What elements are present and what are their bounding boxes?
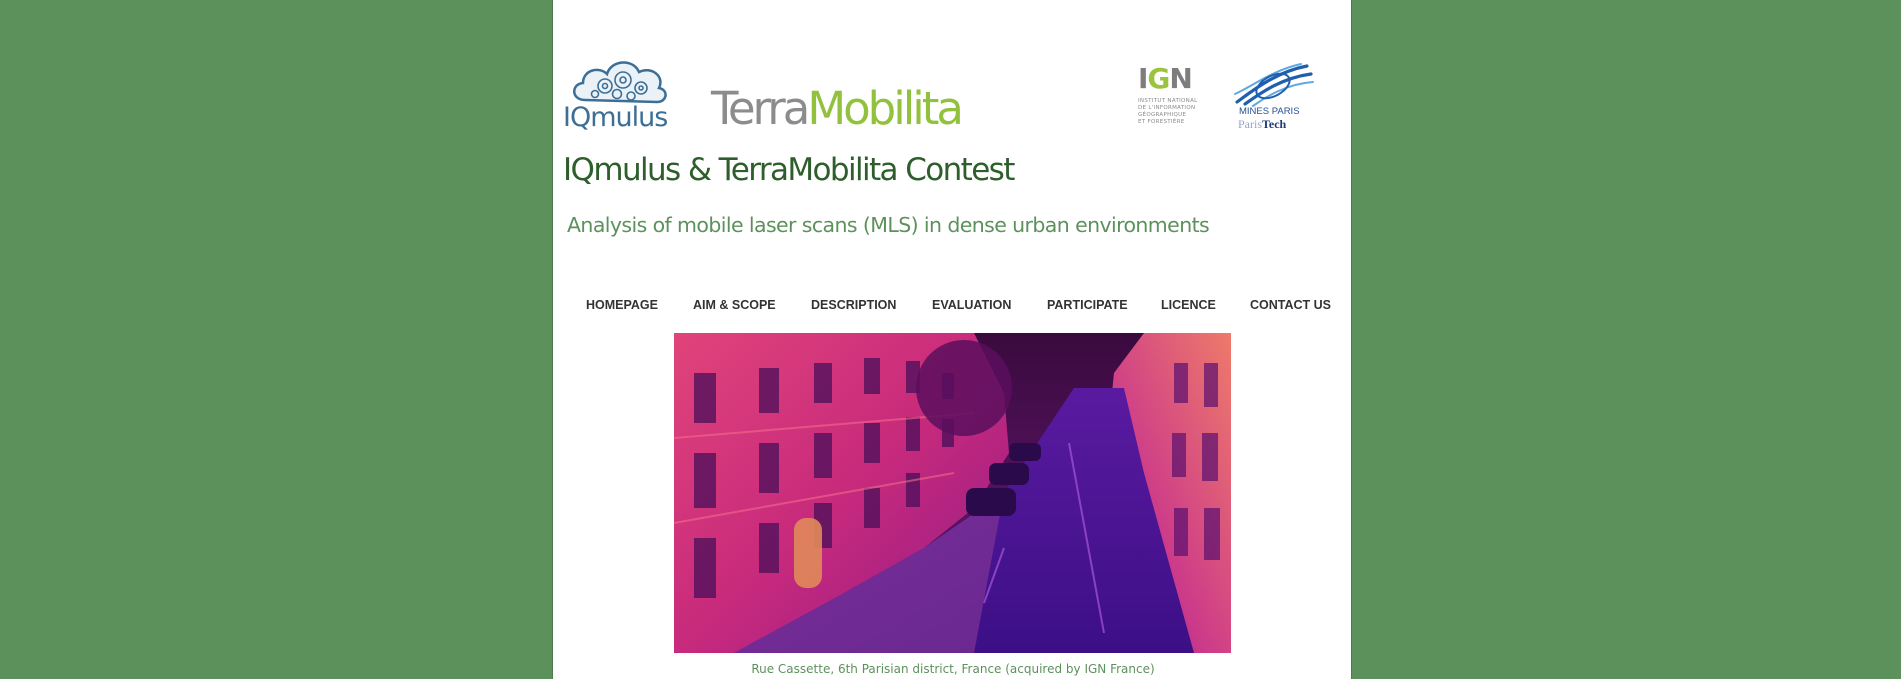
ign-logo-letters: IGN [1138,62,1193,95]
iqmulus-logo-text: IQmulus [563,102,668,133]
hero-street-pointcloud-image [674,333,1231,653]
nav-item-participate[interactable]: PARTICIPATE [1047,298,1128,312]
nav-item-evaluation[interactable]: EVALUATION [932,298,1011,312]
nav-item-description[interactable]: DESCRIPTION [811,298,896,312]
terramobilita-logo-mobilita: Mobilita [807,82,964,135]
mines-swoosh-icon [1234,63,1314,107]
hero-image-caption: Rue Cassette, 6th Parisian district, Fra… [751,662,1155,676]
ign-logo-caption: INSTITUT NATIONAL DE L'INFORMATION GÉOGR… [1138,98,1198,125]
nav-item-contact-us[interactable]: CONTACT US [1250,298,1331,312]
mines-logo-line1: MINES PARIS [1239,106,1300,117]
mines-logo-line2: ParisTech [1238,117,1287,131]
terramobilita-logo[interactable]: TerraMobilita [711,82,964,135]
main-navigation: HOMEPAGE AIM & SCOPE DESCRIPTION EVALUAT… [553,298,1353,318]
ign-logo[interactable]: IGN INSTITUT NATIONAL DE L'INFORMATION G… [1138,64,1200,132]
terramobilita-logo-terra: Terra [711,82,810,135]
iqmulus-logo[interactable]: IQmulus [563,56,675,134]
mines-paristech-logo[interactable]: MINES PARIS ParisTech [1231,62,1317,132]
site-title: IQmulus & TerraMobilita Contest [563,152,1015,188]
cloud-gears-icon [573,61,667,104]
nav-item-aim-scope[interactable]: AIM & SCOPE [693,298,776,312]
page-container: IQmulus TerraMobilita IGN INSTITUT NATIO… [552,0,1352,679]
nav-item-homepage[interactable]: HOMEPAGE [586,298,658,312]
nav-item-licence[interactable]: LICENCE [1161,298,1216,312]
site-subtitle: Analysis of mobile laser scans (MLS) in … [567,213,1210,237]
